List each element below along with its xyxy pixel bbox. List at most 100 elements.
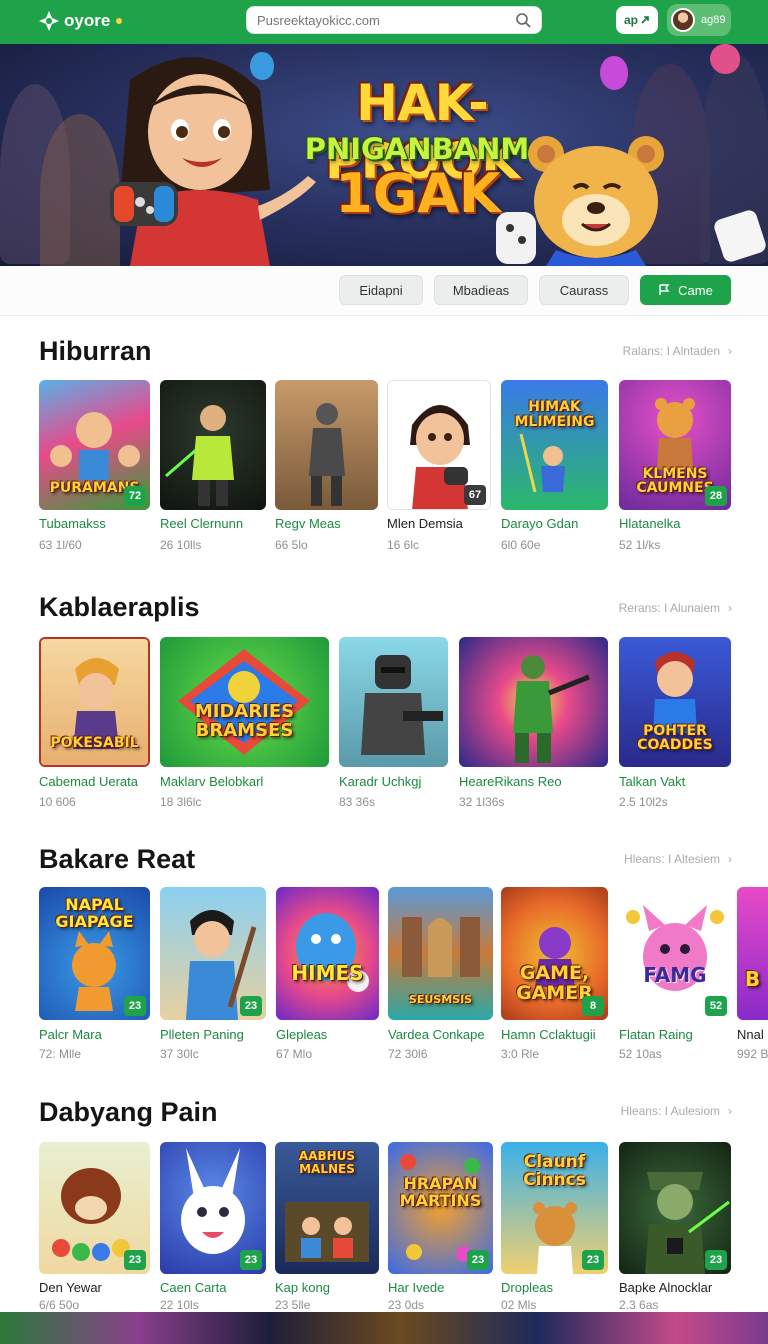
section-see-all-link[interactable]: Hleans: I Aulesiom › xyxy=(621,1104,732,1118)
filter-chip-label: Eidapni xyxy=(359,282,403,298)
hero-banner[interactable]: HAK-PROOK PNIGANBANM 1GAK xyxy=(0,44,768,266)
game-meta: 63 1l/60 xyxy=(39,538,82,552)
game-meta: 66 5lo xyxy=(275,538,308,552)
site-logo[interactable]: oyore xyxy=(38,7,123,35)
game-meta: 2.5 10l2s xyxy=(619,795,668,809)
game-title: Nnal xyxy=(737,1027,764,1042)
game-title: Bapke Alnocklar xyxy=(619,1280,713,1295)
game-thumbnail: 23 xyxy=(619,1142,731,1274)
game-art-text: MIDARIES BRAMSES xyxy=(194,701,295,742)
game-thumbnail: GAME, GAMER 8 xyxy=(501,887,608,1020)
game-title: Caen Carta xyxy=(160,1280,227,1295)
game-thumbnail: AABHUS MALNES xyxy=(275,1142,379,1274)
filter-chip-label: Caurass xyxy=(559,282,609,298)
game-title: Maklarv Belobkarl xyxy=(160,774,264,789)
flag-icon xyxy=(659,284,670,295)
game-thumbnail xyxy=(459,637,608,767)
game-meta: 37 30lc xyxy=(160,1047,199,1061)
filter-chip-active[interactable]: Came xyxy=(640,275,731,305)
apk-download-button[interactable]: ap xyxy=(616,6,658,34)
game-meta: 16 6lc xyxy=(387,538,420,552)
game-art-text: HRAPAN MARTINS xyxy=(399,1174,482,1210)
filter-chip-3[interactable]: Caurass xyxy=(539,275,629,305)
rating-badge: 23 xyxy=(240,996,262,1016)
game-thumbnail: HRAPAN MARTINS 23 xyxy=(388,1142,493,1274)
search-icon[interactable] xyxy=(515,12,531,28)
game-title: Tubamakss xyxy=(39,516,106,531)
game-title: Mlen Demsia xyxy=(387,516,463,531)
rating-badge: 8 xyxy=(582,996,604,1016)
filter-chip-label: Came xyxy=(678,282,713,298)
game-meta: 18 3l6lc xyxy=(160,795,202,809)
game-art-text: Claunf Cinncs xyxy=(523,1152,586,1190)
game-art-text: HIMAK MLIMEING xyxy=(514,399,595,430)
section-title: Bakare Reat xyxy=(39,844,196,874)
user-name: ag89 xyxy=(701,14,726,26)
rating-badge: 23 xyxy=(124,1250,146,1270)
rating-badge: 23 xyxy=(467,1250,489,1270)
rating-badge: 72 xyxy=(124,486,146,506)
top-navigation-bar: oyore ap ag89 xyxy=(0,0,768,44)
see-all-label: Rerans: I Alunaiem xyxy=(618,601,720,615)
search-input[interactable] xyxy=(257,12,515,28)
game-thumbnail: 23 xyxy=(39,1142,150,1274)
game-title: Plleten Paning xyxy=(160,1027,244,1042)
game-art-text: HIMES xyxy=(291,961,364,985)
game-thumbnail: Claunf Cinncs 23 xyxy=(501,1142,608,1274)
game-title: Den Yewar xyxy=(39,1280,102,1295)
see-all-label: Ralans: I Alntaden xyxy=(622,344,720,358)
rating-badge: 23 xyxy=(124,996,146,1016)
game-art-text: POHTER COADDES xyxy=(637,722,713,754)
logo-text: oyore xyxy=(64,11,111,30)
game-meta: 6l0 60e xyxy=(501,538,541,552)
game-title: Cabemad Uerata xyxy=(39,774,138,789)
game-thumbnail: POKESABIL xyxy=(39,637,150,767)
balloon-icon xyxy=(600,56,628,90)
rating-badge: 23 xyxy=(582,1250,604,1270)
section-see-all-link[interactable]: Ralans: I Alntaden › xyxy=(623,344,732,358)
game-thumbnail: SEUSMSIS xyxy=(388,887,493,1020)
filter-chip-2[interactable]: Mbadieas xyxy=(434,275,528,305)
game-meta: 6/6 50o xyxy=(39,1298,80,1312)
bottom-banner-strip[interactable] xyxy=(0,1312,768,1344)
search-bar[interactable] xyxy=(246,6,542,34)
game-meta: 72 30l6 xyxy=(388,1047,428,1061)
game-title: Flatan Raing xyxy=(619,1027,693,1042)
see-all-label: Hleans: I Aulesiom xyxy=(620,1104,720,1118)
game-meta: 2.3 6as xyxy=(619,1298,659,1312)
game-thumbnail: HIMES xyxy=(276,887,379,1020)
section-title: Kablaeraplis xyxy=(39,592,200,622)
filter-chip-1[interactable]: Eidapni xyxy=(339,275,423,305)
section-see-all-link[interactable]: Rerans: I Alunaiem › xyxy=(619,601,732,615)
game-art-text: FAMG xyxy=(643,963,707,987)
game-art-text: POKESABIL xyxy=(50,735,139,752)
logo-icon xyxy=(38,10,60,32)
rating-badge: 23 xyxy=(240,1250,262,1270)
user-account-chip[interactable]: ag89 xyxy=(667,4,731,36)
rating-badge: 52 xyxy=(705,996,727,1016)
game-thumbnail: FAMG 52 xyxy=(619,887,731,1020)
section-title: Dabyang Pain xyxy=(39,1097,218,1127)
rating-badge: 67 xyxy=(464,485,486,505)
hero-title-line-3: 1GAK xyxy=(335,162,501,225)
section-see-all-link[interactable]: Hleans: I Altesiem › xyxy=(624,852,732,866)
game-meta: 52 10as xyxy=(619,1047,662,1061)
game-meta: 22 10ls xyxy=(160,1298,199,1312)
game-title: Karadr Uchkgj xyxy=(339,774,422,789)
apk-label: ap xyxy=(623,13,638,27)
chevron-right-icon: › xyxy=(728,852,732,866)
game-meta: 83 36s xyxy=(339,795,376,809)
game-meta: 32 1l36s xyxy=(459,795,505,809)
balloon-icon xyxy=(710,44,740,74)
game-meta: 02 Mls xyxy=(501,1298,537,1312)
game-title: Regv Meas xyxy=(275,516,341,531)
hero-bear-mascot xyxy=(496,136,664,266)
chevron-right-icon: › xyxy=(728,344,732,358)
avatar xyxy=(671,8,695,32)
game-thumbnail: NAPAL GIAPAGE 23 xyxy=(39,887,150,1020)
rating-badge: 28 xyxy=(705,486,727,506)
game-thumbnail xyxy=(275,380,378,510)
game-art-text: AABHUS MALNES xyxy=(298,1149,356,1176)
game-title: Hlatanelka xyxy=(619,516,681,531)
game-thumbnail: HIMAK MLIMEING xyxy=(501,380,608,510)
